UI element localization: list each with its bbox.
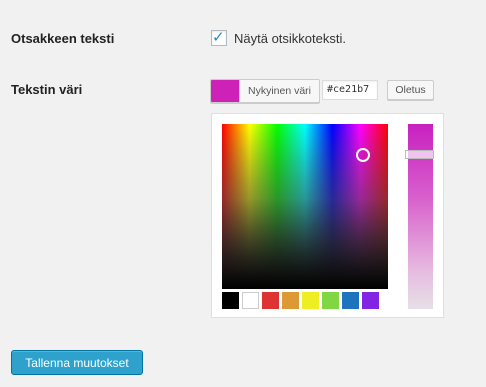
current-color-swatch (211, 80, 240, 102)
palette-swatch[interactable] (262, 292, 279, 309)
show-header-text-option[interactable]: ✓ Näytä otsikkoteksti. (211, 29, 346, 46)
save-changes-button[interactable]: Tallenna muutokset (11, 350, 143, 375)
palette-swatch[interactable] (302, 292, 319, 309)
header-text-label: Otsakkeen teksti (11, 31, 115, 46)
hue-slider[interactable] (405, 124, 434, 309)
default-color-button[interactable]: Oletus (387, 80, 434, 100)
show-header-text-checkbox[interactable]: ✓ (211, 29, 227, 46)
text-color-label: Tekstin väri (11, 82, 83, 97)
show-header-text-label[interactable]: Näytä otsikkoteksti. (234, 31, 346, 46)
palette-swatch[interactable] (342, 292, 359, 309)
current-color-label: Nykyinen väri (247, 85, 312, 97)
color-picker-panel (211, 113, 444, 318)
palette-swatch[interactable] (322, 292, 339, 309)
hex-color-input[interactable]: #ce21b7 (322, 80, 378, 100)
palette-swatch[interactable] (362, 292, 379, 309)
current-color-button[interactable]: Nykyinen väri (210, 79, 320, 103)
hue-slider-handle[interactable] (405, 150, 434, 159)
saturation-handle[interactable] (356, 148, 370, 162)
palette-swatch[interactable] (222, 292, 239, 309)
saturation-square[interactable] (222, 124, 388, 289)
palette-swatch[interactable] (242, 292, 259, 309)
checkmark-icon: ✓ (212, 29, 225, 46)
color-palette (222, 292, 379, 309)
palette-swatch[interactable] (282, 292, 299, 309)
